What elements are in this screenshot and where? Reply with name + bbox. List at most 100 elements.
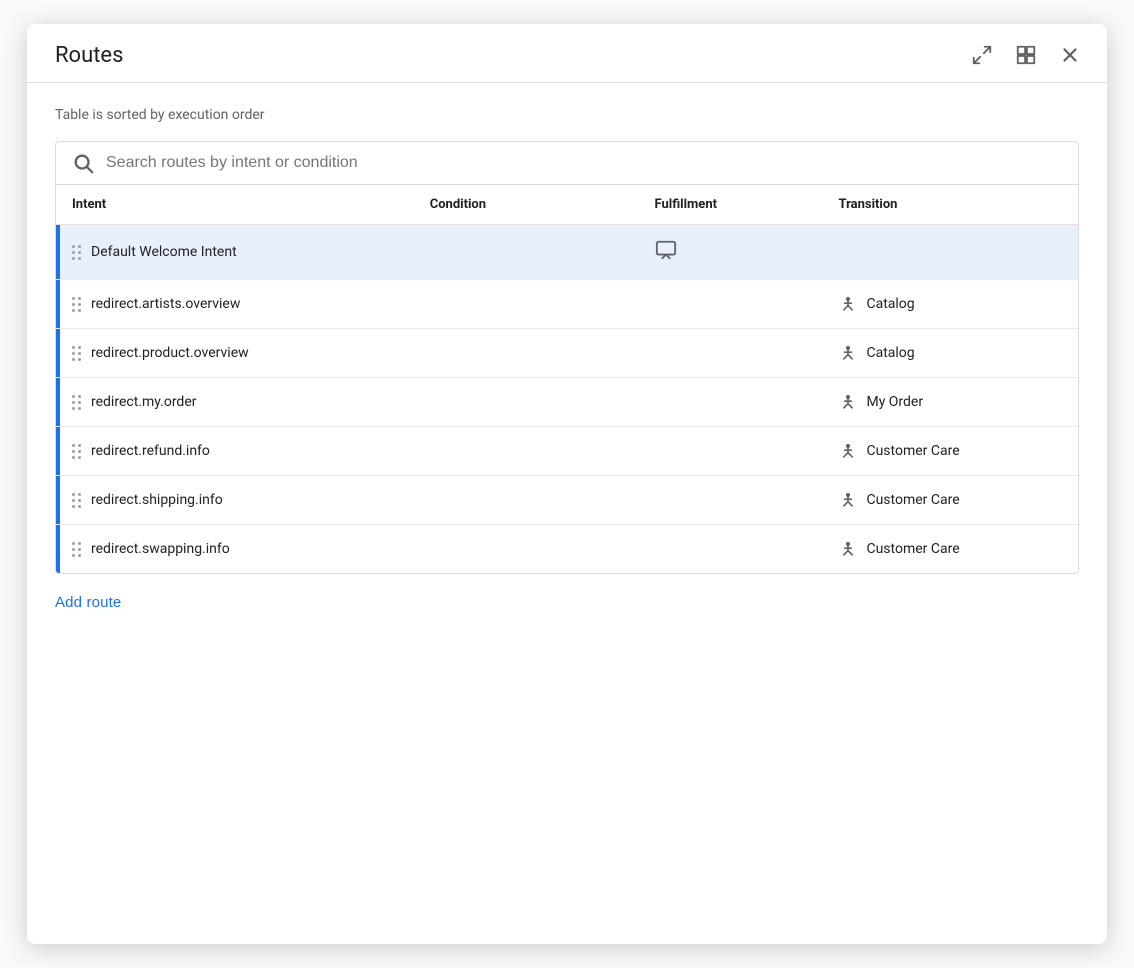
intent-cell: redirect.artists.overview (56, 280, 414, 329)
transition-label: My Order (866, 394, 923, 410)
close-icon (1059, 44, 1081, 66)
intent-cell: redirect.my.order (56, 378, 414, 427)
condition-cell (414, 280, 639, 329)
fulfillment-cell (639, 280, 823, 329)
fulfillment-cell (639, 427, 823, 476)
drag-dot (78, 554, 81, 557)
condition-cell (414, 329, 639, 378)
drag-dot (72, 245, 75, 248)
drag-handle[interactable] (72, 444, 81, 459)
drag-handle[interactable] (72, 395, 81, 410)
close-button[interactable] (1057, 42, 1083, 68)
table-row[interactable]: redirect.artists.overview Catalog (56, 280, 1078, 329)
table-row[interactable]: redirect.swapping.info Customer Care (56, 525, 1078, 574)
table-header-row: Intent Condition Fulfillment Transition (56, 185, 1078, 225)
transition-page-icon (838, 294, 858, 314)
transition-page-icon (838, 441, 858, 461)
drag-dot (78, 548, 81, 551)
sort-label: Table is sorted by execution order (55, 107, 1079, 123)
tile-icon (1015, 44, 1037, 66)
col-header-condition: Condition (414, 185, 639, 225)
drag-dot (72, 346, 75, 349)
drag-dot (78, 444, 81, 447)
table-row[interactable]: redirect.refund.info Customer Care (56, 427, 1078, 476)
dialog-title: Routes (55, 43, 123, 68)
header-icons (969, 42, 1083, 68)
drag-dot (78, 358, 81, 361)
add-route-button[interactable]: Add route (55, 574, 1079, 635)
drag-dot (72, 407, 75, 410)
drag-handle[interactable] (72, 346, 81, 361)
transition-cell: Customer Care (822, 525, 1078, 574)
transition-page-icon (838, 490, 858, 510)
routes-table: Intent Condition Fulfillment Transition (56, 185, 1078, 573)
drag-dot (72, 303, 75, 306)
intent-text: redirect.product.overview (91, 345, 249, 361)
routes-dialog: Routes (27, 24, 1107, 944)
condition-cell (414, 525, 639, 574)
drag-dot (78, 352, 81, 355)
table-row[interactable]: Default Welcome Intent (56, 225, 1078, 280)
row-indicator-bar (56, 525, 60, 573)
table-container: Intent Condition Fulfillment Transition (55, 185, 1079, 574)
drag-dot (72, 450, 75, 453)
transition-label: Customer Care (866, 541, 959, 557)
table-row[interactable]: redirect.my.order My Order (56, 378, 1078, 427)
drag-dot (72, 297, 75, 300)
drag-handle[interactable] (72, 297, 81, 312)
fulfillment-cell (639, 476, 823, 525)
intent-text: redirect.refund.info (91, 443, 210, 459)
drag-dot (72, 251, 75, 254)
drag-handle[interactable] (72, 245, 81, 260)
row-indicator-bar (56, 329, 60, 377)
row-indicator-bar (56, 280, 60, 328)
drag-dot (72, 401, 75, 404)
intent-cell: Default Welcome Intent (56, 225, 414, 280)
drag-dot (78, 346, 81, 349)
transition-label: Catalog (866, 345, 914, 361)
intent-cell: redirect.shipping.info (56, 476, 414, 525)
transition-cell: Catalog (822, 329, 1078, 378)
transition-cell (822, 225, 1078, 280)
transition-page-icon (838, 539, 858, 559)
row-indicator-bar (56, 427, 60, 475)
intent-cell: redirect.swapping.info (56, 525, 414, 574)
drag-handle[interactable] (72, 493, 81, 508)
table-row[interactable]: redirect.shipping.info Customer Care (56, 476, 1078, 525)
transition-cell: Catalog (822, 280, 1078, 329)
transition-page-icon (838, 392, 858, 412)
drag-dot (78, 395, 81, 398)
intent-text: Default Welcome Intent (91, 244, 237, 260)
table-row[interactable]: redirect.product.overview Catalog (56, 329, 1078, 378)
fulfillment-cell (639, 378, 823, 427)
drag-dot (78, 505, 81, 508)
drag-dot (78, 499, 81, 502)
drag-dot (78, 303, 81, 306)
col-header-intent: Intent (56, 185, 414, 225)
transition-cell: Customer Care (822, 476, 1078, 525)
drag-dot (78, 297, 81, 300)
drag-handle[interactable] (72, 542, 81, 557)
fulfillment-cell (639, 329, 823, 378)
drag-dot (78, 407, 81, 410)
transition-label: Customer Care (866, 492, 959, 508)
search-input[interactable] (106, 154, 1062, 172)
transition-cell: My Order (822, 378, 1078, 427)
drag-dot (78, 542, 81, 545)
intent-text: redirect.swapping.info (91, 541, 230, 557)
transition-cell: Customer Care (822, 427, 1078, 476)
drag-dot (78, 251, 81, 254)
condition-cell (414, 378, 639, 427)
expand-button[interactable] (969, 42, 995, 68)
search-bar (55, 141, 1079, 185)
intent-cell: redirect.refund.info (56, 427, 414, 476)
drag-dot (72, 542, 75, 545)
drag-dot (72, 444, 75, 447)
row-indicator-bar (56, 378, 60, 426)
fulfillment-cell (639, 525, 823, 574)
drag-dot (72, 505, 75, 508)
drag-dot (72, 554, 75, 557)
tile-button[interactable] (1013, 42, 1039, 68)
drag-dot (72, 456, 75, 459)
col-header-fulfillment: Fulfillment (639, 185, 823, 225)
